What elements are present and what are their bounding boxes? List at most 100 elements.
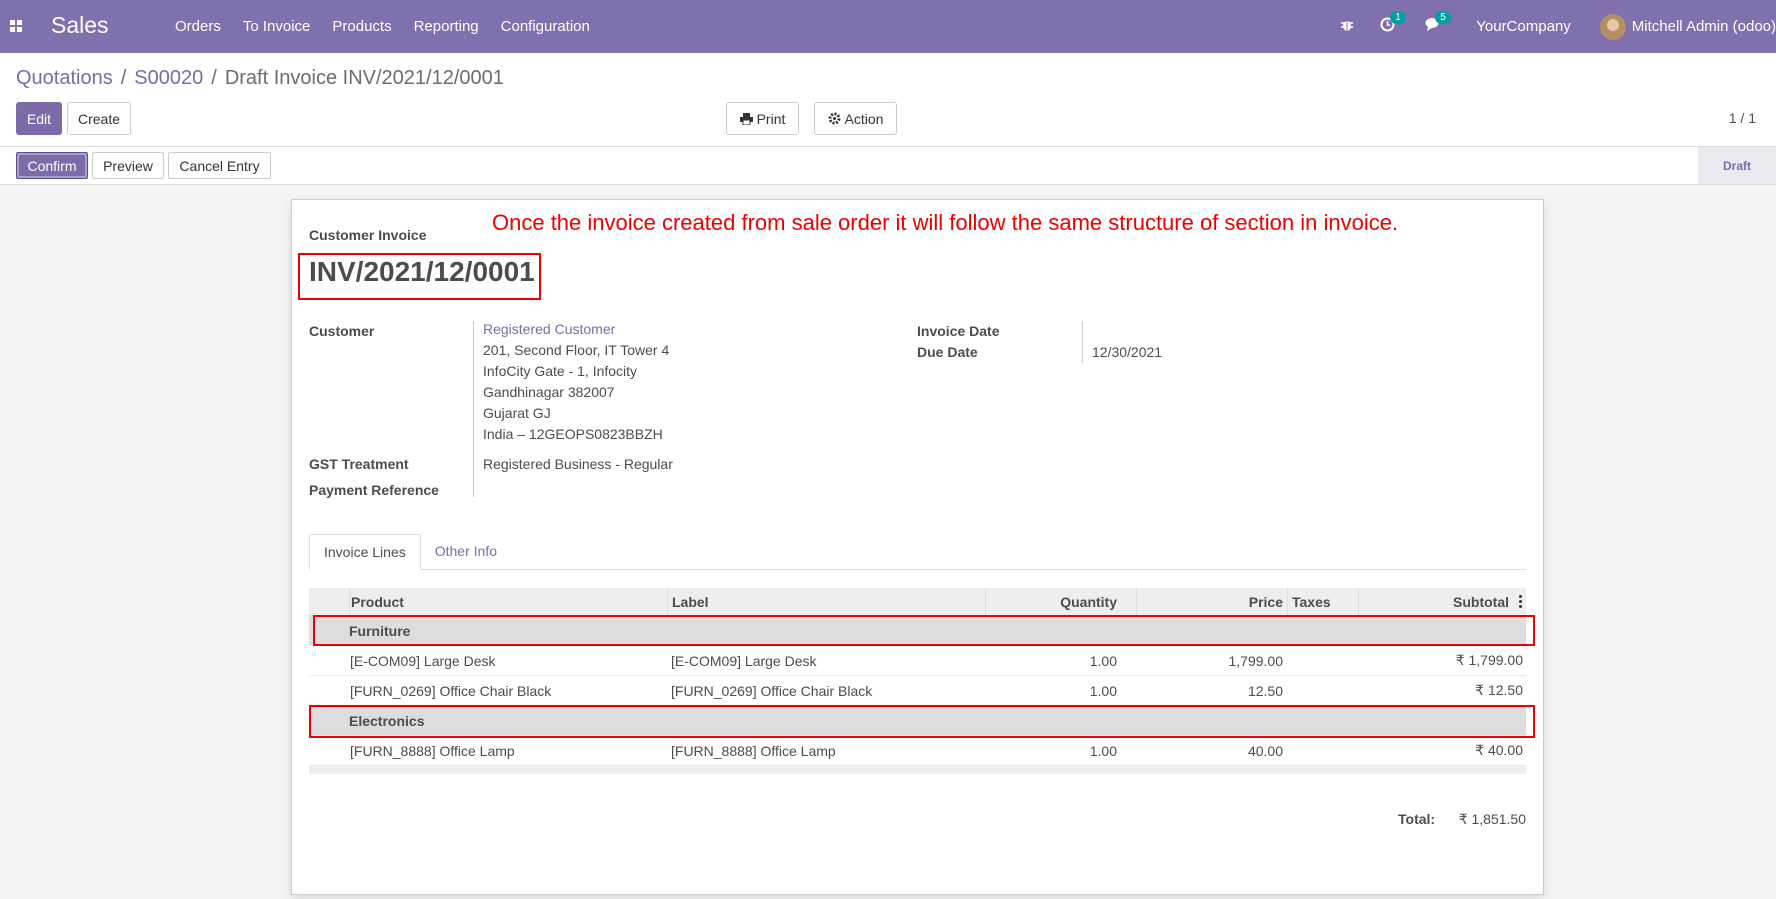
cell-quantity: 1.00 bbox=[1089, 652, 1117, 669]
gst-treatment-label: GST Treatment bbox=[309, 456, 409, 472]
bug-icon[interactable] bbox=[1340, 18, 1354, 36]
cell-product: [FURN_0269] Office Chair Black bbox=[350, 682, 552, 699]
cell-quantity: 1.00 bbox=[1089, 682, 1117, 699]
row-handle bbox=[309, 646, 349, 675]
menu-reporting[interactable]: Reporting bbox=[414, 18, 479, 35]
menu-products[interactable]: Products bbox=[332, 18, 391, 35]
app-name[interactable]: Sales bbox=[51, 12, 109, 39]
activity-badge: 1 bbox=[1390, 11, 1406, 24]
menu-to-invoice[interactable]: To Invoice bbox=[243, 18, 311, 35]
statusbar: Confirm Preview Cancel Entry Draft bbox=[0, 147, 1776, 185]
cell-taxes bbox=[1287, 676, 1358, 705]
print-label: Print bbox=[756, 110, 786, 127]
header-subtotal[interactable]: Subtotal bbox=[1358, 588, 1526, 616]
menu-configuration[interactable]: Configuration bbox=[501, 18, 590, 35]
customer-name-link[interactable]: Registered Customer bbox=[483, 319, 669, 340]
pager-value[interactable]: 1 / 1 bbox=[1729, 110, 1756, 126]
action-button[interactable]: Action bbox=[814, 102, 897, 135]
breadcrumb-separator: / bbox=[211, 67, 217, 89]
notebook-tabs: Invoice Lines Other Info bbox=[309, 534, 1526, 570]
invoice-date-label: Invoice Date bbox=[917, 323, 1000, 339]
action-label: Action bbox=[844, 110, 884, 127]
table-row[interactable]: [E-COM09] Large Desk [E-COM09] Large Des… bbox=[309, 646, 1526, 676]
tab-invoice-lines[interactable]: Invoice Lines bbox=[309, 534, 421, 570]
breadcrumb-order[interactable]: S00020 bbox=[134, 67, 203, 90]
highlight-box-section-electronics bbox=[309, 705, 1535, 738]
messages-badge: 5 bbox=[1435, 11, 1451, 24]
payment-reference-label: Payment Reference bbox=[309, 482, 439, 498]
optional-columns-icon[interactable] bbox=[1519, 595, 1522, 608]
print-icon bbox=[739, 112, 753, 125]
address-line: 201, Second Floor, IT Tower 4 bbox=[483, 342, 670, 358]
activity-clock-icon[interactable]: 1 bbox=[1380, 11, 1406, 36]
messages-icon[interactable]: 5 bbox=[1425, 11, 1451, 36]
preview-button[interactable]: Preview bbox=[92, 152, 164, 179]
cell-label: [FURN_8888] Office Lamp bbox=[671, 742, 836, 759]
due-date-label: Due Date bbox=[917, 344, 978, 360]
avatar bbox=[1599, 13, 1626, 40]
field-divider bbox=[473, 321, 474, 497]
cell-taxes bbox=[1287, 646, 1358, 675]
table-footer bbox=[309, 766, 1526, 774]
header-handle bbox=[309, 588, 349, 616]
cell-subtotal: ₹ 40.00 bbox=[1475, 742, 1523, 758]
breadcrumb-current: Draft Invoice INV/2021/12/0001 bbox=[224, 67, 504, 89]
top-navbar: Sales Orders To Invoice Products Reporti… bbox=[0, 0, 1776, 53]
row-handle bbox=[309, 736, 349, 765]
menu-orders[interactable]: Orders bbox=[175, 18, 221, 35]
tab-other-info[interactable]: Other Info bbox=[421, 534, 511, 570]
status-stage-draft[interactable]: Draft bbox=[1698, 147, 1776, 184]
confirm-button[interactable]: Confirm bbox=[16, 152, 88, 179]
highlight-box-section-furniture bbox=[313, 615, 1535, 646]
gst-treatment-value: Registered Business - Regular bbox=[483, 456, 673, 472]
cell-price: 1,799.00 bbox=[1228, 652, 1284, 669]
cell-subtotal: ₹ 12.50 bbox=[1475, 682, 1523, 698]
due-date-value: 12/30/2021 bbox=[1092, 344, 1163, 360]
table-row[interactable]: [FURN_0269] Office Chair Black [FURN_026… bbox=[309, 676, 1526, 706]
header-quantity[interactable]: Quantity bbox=[985, 588, 1136, 616]
invoice-form-sheet: Once the invoice created from sale order… bbox=[291, 199, 1544, 895]
company-switcher[interactable]: YourCompany bbox=[1476, 18, 1571, 35]
cancel-entry-button[interactable]: Cancel Entry bbox=[168, 152, 271, 179]
header-product[interactable]: Product bbox=[349, 588, 667, 616]
field-divider bbox=[1082, 321, 1083, 363]
cell-price: 40.00 bbox=[1247, 742, 1283, 759]
annotation-text: Once the invoice created from sale order… bbox=[492, 210, 1399, 235]
address-line: Gujarat GJ bbox=[483, 405, 551, 421]
header-price[interactable]: Price bbox=[1136, 588, 1287, 616]
cell-product: [E-COM09] Large Desk bbox=[350, 652, 496, 669]
table-row[interactable]: [FURN_8888] Office Lamp [FURN_8888] Offi… bbox=[309, 736, 1526, 766]
print-button[interactable]: Print bbox=[726, 102, 799, 135]
control-panel: Quotations / S00020 / Draft Invoice INV/… bbox=[0, 53, 1776, 147]
create-button[interactable]: Create bbox=[67, 102, 131, 135]
address-line: InfoCity Gate - 1, Infocity bbox=[483, 363, 638, 379]
table-header: Product Label Quantity Price Taxes Subto… bbox=[309, 588, 1526, 616]
cell-taxes bbox=[1287, 736, 1358, 765]
cell-product: [FURN_8888] Office Lamp bbox=[350, 742, 515, 759]
highlight-box-invoice-number bbox=[298, 253, 541, 300]
cell-subtotal: ₹ 1,799.00 bbox=[1455, 652, 1523, 668]
cell-label: [FURN_0269] Office Chair Black bbox=[671, 682, 873, 699]
header-label[interactable]: Label bbox=[667, 588, 985, 616]
cell-quantity: 1.00 bbox=[1089, 742, 1117, 759]
user-menu[interactable]: Mitchell Admin (odoo) bbox=[1599, 13, 1776, 40]
user-name: Mitchell Admin (odoo) bbox=[1631, 18, 1776, 35]
edit-button[interactable]: Edit bbox=[16, 102, 62, 135]
customer-address: Registered Customer 201, Second Floor, I… bbox=[483, 319, 669, 445]
invoice-type: Customer Invoice bbox=[309, 227, 427, 243]
breadcrumb-quotations[interactable]: Quotations bbox=[16, 67, 113, 90]
row-handle bbox=[309, 676, 349, 705]
header-taxes[interactable]: Taxes bbox=[1287, 588, 1358, 616]
total-value: ₹ 1,851.50 bbox=[1458, 811, 1526, 827]
cell-label: [E-COM09] Large Desk bbox=[671, 652, 817, 669]
address-line: Gandhinagar 382007 bbox=[483, 384, 615, 400]
main-menu: Orders To Invoice Products Reporting Con… bbox=[164, 18, 601, 35]
systray: 1 5 YourCompany Mitchell Admin (odoo) bbox=[1340, 0, 1776, 53]
cell-price: 12.50 bbox=[1247, 682, 1283, 699]
apps-menu-icon[interactable] bbox=[10, 20, 22, 32]
address-line: India – 12GEOPS0823BBZH bbox=[483, 426, 663, 442]
header-subtotal-label: Subtotal bbox=[1453, 594, 1509, 610]
gear-icon bbox=[828, 112, 841, 125]
total-label: Total: bbox=[1398, 811, 1436, 827]
breadcrumb-separator: / bbox=[120, 67, 127, 89]
